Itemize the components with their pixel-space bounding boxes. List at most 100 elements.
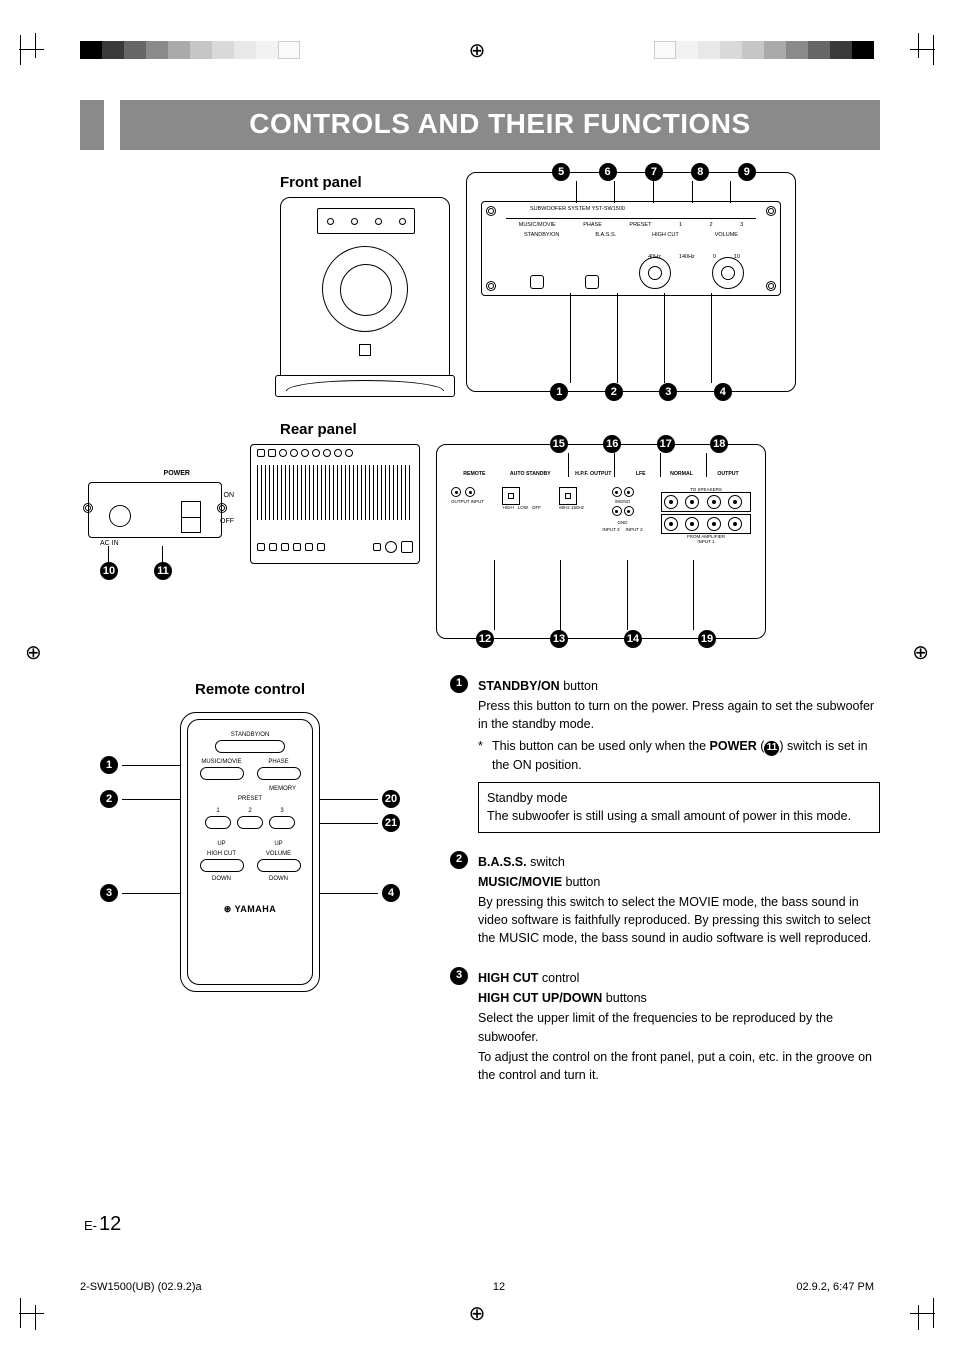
rear-panel-unit-diagram xyxy=(250,444,420,564)
screw-icon xyxy=(217,503,227,513)
callout-19: 19 xyxy=(698,630,716,648)
spk-term xyxy=(685,517,699,531)
bullet-1-ref: 11 xyxy=(764,741,779,756)
rc-callout-21: 21 xyxy=(320,814,400,832)
power-outline xyxy=(88,482,222,538)
leaders-bottom xyxy=(547,293,735,383)
callout-8: 8 xyxy=(691,163,709,181)
sub-3-strong: HIGH CUT UP/DOWN xyxy=(478,991,602,1005)
lbl-high: HIGH xyxy=(502,505,513,510)
rear-jacks-row: OUTPUT INPUT HIGH LOW OFF xyxy=(451,487,751,544)
title-1-strong: STANDBY/ON xyxy=(478,679,560,693)
scale-40hz: 40Hz xyxy=(648,254,661,260)
callout-2: 2 xyxy=(605,383,623,401)
front-knobs xyxy=(510,241,764,289)
callout-12: 12 xyxy=(476,630,494,648)
rear-callout-bottom-nums: 12 13 14 19 xyxy=(437,630,765,648)
r-btn-preset2 xyxy=(237,816,263,829)
lbl-music-movie: MUSIC/MOVIE xyxy=(519,222,556,228)
lbl-preset-3: 3 xyxy=(740,222,743,228)
callout-14: 14 xyxy=(624,630,642,648)
remote-brand: YAMAHA xyxy=(235,904,277,914)
r-btn-preset3 xyxy=(269,816,295,829)
registration-target-top: ⊕ xyxy=(469,38,486,63)
lbl-low: LOW xyxy=(518,505,528,510)
power-block-diagram: POWER ON OFF AC IN 10 11 xyxy=(80,474,230,564)
callout-18: 18 xyxy=(710,435,728,453)
power-toggle xyxy=(181,501,201,533)
r-lbl-standby: STANDBY/ON xyxy=(196,732,304,738)
leader xyxy=(108,546,109,562)
lbl-gnd: GND xyxy=(618,520,628,525)
leaders-top xyxy=(557,181,750,203)
callout-1-remote: 1 xyxy=(100,756,118,774)
rear-panel-callout: 15 16 17 18 REMOTE AUTO STANDBY H.P.F. O… xyxy=(436,444,766,639)
callout-7: 7 xyxy=(645,163,663,181)
title-1-rest: button xyxy=(560,679,598,693)
spk-term xyxy=(707,517,721,531)
r-lbl-down-r: DOWN xyxy=(253,876,304,882)
registration-target-bottom: ⊕ xyxy=(469,1301,486,1326)
auto-standby-switch xyxy=(502,487,520,505)
normal-l-jack xyxy=(624,487,634,497)
sub-3-rest: buttons xyxy=(602,991,646,1005)
footer-prefix: E- xyxy=(84,1218,97,1233)
r-lbl-memory: MEMORY xyxy=(196,786,304,792)
r-lbl-down-l: DOWN xyxy=(196,876,247,882)
front-panel-plate: SUBWOOFER SYSTEM YST-SW1500 MUSIC/MOVIE … xyxy=(481,201,781,296)
title-3-rest: control xyxy=(538,971,579,985)
callout-6: 6 xyxy=(599,163,617,181)
lbl-highcut: HIGH CUT xyxy=(652,232,679,238)
callout-21: 21 xyxy=(382,814,400,832)
scale-labels: 40Hz 140Hz 0 10 xyxy=(482,254,780,260)
desc-item-1: 1 STANDBY/ON button Press this button to… xyxy=(450,675,880,833)
power-callouts: 10 11 xyxy=(100,562,172,580)
remote-out-jack xyxy=(451,487,461,497)
front-panel-unit-diagram xyxy=(280,197,450,397)
ac-inlet xyxy=(109,505,131,527)
lfe-r-jack xyxy=(612,506,622,516)
lbl-preset: PRESET xyxy=(629,222,651,228)
remote-body: STANDBY/ON MUSIC/MOVIE PHASE xyxy=(180,712,320,992)
remote-heading: Remote control xyxy=(80,681,420,698)
desc-title-2: B.A.S.S. switch xyxy=(478,853,880,871)
r-lbl-highcut: HIGH CUT xyxy=(196,851,247,857)
sub-2-rest: button xyxy=(562,875,600,889)
spk-term xyxy=(664,495,678,509)
desc-num-3: 3 xyxy=(450,967,468,985)
lbl-remote: REMOTE xyxy=(463,471,485,477)
desc-bullet-1: This button can be used only when the PO… xyxy=(478,737,880,774)
normal-r-jack xyxy=(624,506,634,516)
screw-icon xyxy=(486,206,496,216)
bullet-1-bold: POWER xyxy=(710,739,757,753)
print-meta-left: 2-SW1500(UB) (02.9.2)a xyxy=(80,1281,202,1293)
registration-target-left: ⊕ xyxy=(25,640,42,665)
crop-corner-tl xyxy=(20,35,50,65)
remote-inner: STANDBY/ON MUSIC/MOVIE PHASE xyxy=(187,719,313,985)
rc-callout-20: 20 xyxy=(320,790,400,808)
r-btn-preset1 xyxy=(205,816,231,829)
front-panel-controls-strip xyxy=(317,208,415,234)
crop-corner-br xyxy=(904,1298,934,1328)
lbl-input3: INPUT 3 xyxy=(602,527,619,532)
lbl-bass: B.A.S.S. xyxy=(595,232,616,238)
driver-icon xyxy=(322,246,408,332)
hpf-switch xyxy=(559,487,577,505)
callout-13: 13 xyxy=(550,630,568,648)
heatsink-icon xyxy=(257,465,413,520)
badge-icon xyxy=(359,344,371,356)
standby-button xyxy=(530,275,544,289)
lfe-l-jack xyxy=(612,487,622,497)
screw-icon xyxy=(486,281,496,291)
title-2-strong: B.A.S.S. xyxy=(478,855,527,869)
note-heading: Standby mode xyxy=(487,789,871,807)
r-lbl-volume: VOLUME xyxy=(253,851,304,857)
r-btn-phase xyxy=(257,767,301,780)
lbl-volume: VOLUME xyxy=(715,232,738,238)
screw-icon xyxy=(766,281,776,291)
crop-corner-bl xyxy=(20,1298,50,1328)
desc-item-2: 2 B.A.S.S. switch MUSIC/MOVIE button By … xyxy=(450,851,880,950)
desc-subtitle-3: HIGH CUT UP/DOWN buttons xyxy=(478,989,880,1007)
rear-leaders-bottom xyxy=(461,560,727,630)
print-meta-center: 12 xyxy=(493,1281,505,1293)
